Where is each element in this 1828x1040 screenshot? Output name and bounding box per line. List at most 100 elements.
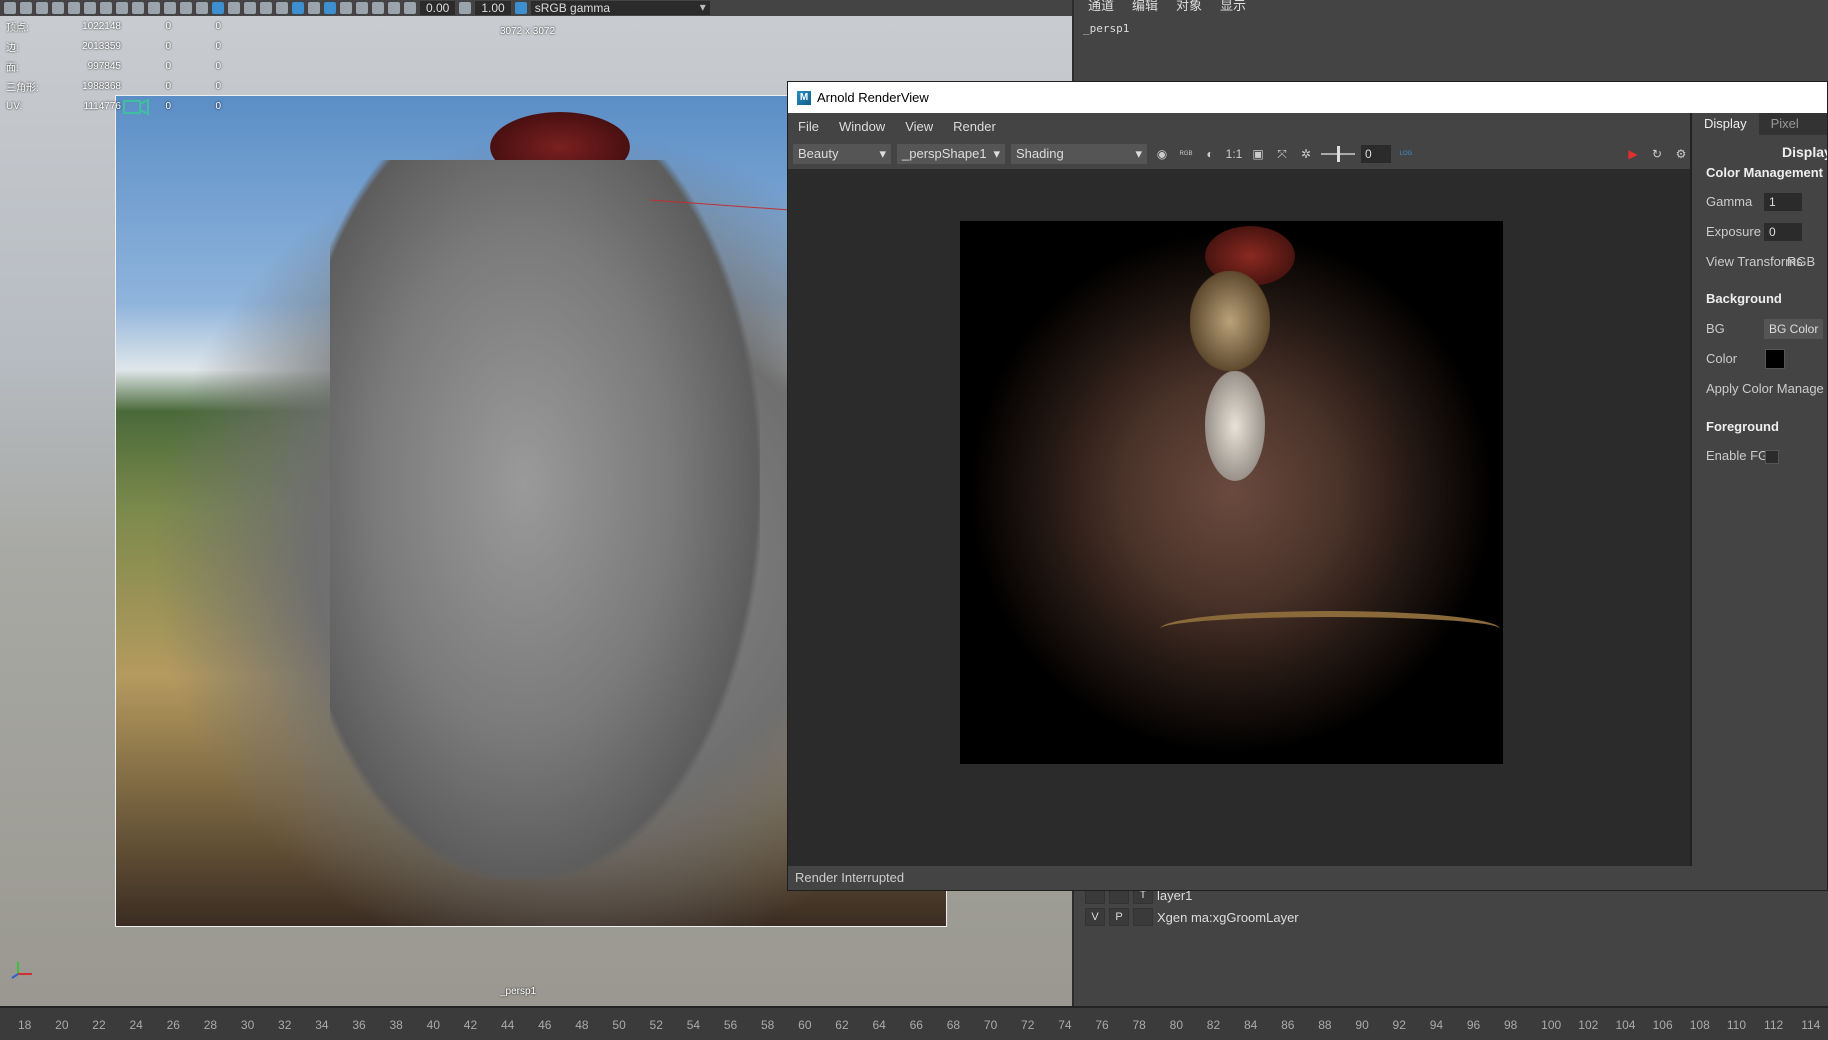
time-tick-label: 70 <box>983 1018 998 1032</box>
bg-select[interactable]: BG Color <box>1764 319 1824 339</box>
enable-fg-label: Enable FG <box>1706 448 1769 463</box>
gamma-field[interactable]: 1.00 <box>475 1 511 15</box>
menu-channels[interactable]: 通道 <box>1088 0 1114 14</box>
film-gate-icon[interactable] <box>116 2 128 14</box>
tab-display[interactable]: Display <box>1692 113 1759 135</box>
smooth-shade-icon[interactable] <box>212 2 224 14</box>
layer-name[interactable]: Xgen ma:xgGroomLayer <box>1157 910 1299 925</box>
time-tick-label: 68 <box>946 1018 961 1032</box>
menu-window[interactable]: Window <box>839 119 885 134</box>
exposure-field[interactable]: 0 <box>1764 223 1802 241</box>
aa-icon[interactable] <box>356 2 368 14</box>
layer-type-toggle[interactable] <box>1133 908 1153 926</box>
hud-value: 0 <box>215 100 221 112</box>
viewport-toolbar: 0.00 1.00 sRGB gamma <box>0 0 1072 16</box>
view-transform-value[interactable]: RGB <box>1787 254 1815 269</box>
camera-select[interactable]: _perspShape1 <box>897 144 1005 164</box>
motion-blur-icon[interactable] <box>388 2 400 14</box>
2d-pan-icon[interactable] <box>68 2 80 14</box>
gamma-icon[interactable] <box>459 2 472 14</box>
wireframe-icon[interactable] <box>196 2 208 14</box>
wireframe-on-shaded-icon[interactable] <box>228 2 240 14</box>
render-play-icon[interactable]: ▶ <box>1624 145 1642 163</box>
lights-icon[interactable] <box>260 2 272 14</box>
exposure-slider[interactable] <box>1321 146 1355 162</box>
time-tick-label: 24 <box>129 1018 143 1032</box>
aov-select[interactable]: Beauty <box>793 144 891 164</box>
shadows-icon[interactable] <box>276 2 288 14</box>
camera-icon[interactable] <box>4 2 16 14</box>
grid-icon[interactable] <box>100 2 112 14</box>
time-tick-label: 44 <box>500 1018 515 1032</box>
ao-icon[interactable] <box>372 2 384 14</box>
frame-all-icon[interactable]: ▣ <box>1249 145 1267 163</box>
time-slider[interactable]: 18 20 22 24 26 28 30 32 34 36 38 40 42 44 46 48 50 52 54 56… <box>0 1006 1828 1040</box>
time-tick-label: 100 <box>1541 1018 1562 1032</box>
image-plane-icon[interactable] <box>52 2 64 14</box>
isolate-select-icon[interactable] <box>292 2 304 14</box>
bookmark-icon[interactable] <box>36 2 48 14</box>
xray-joints-icon[interactable] <box>324 2 336 14</box>
hud-value: 997845 <box>87 60 121 72</box>
status-bar: Render Interrupted <box>788 866 1827 890</box>
alpha-channel-icon[interactable]: ◐ <box>1201 145 1219 163</box>
menu-render[interactable]: Render <box>953 119 996 134</box>
textured-icon[interactable] <box>244 2 256 14</box>
debug-shading-select[interactable]: Shading <box>1011 144 1147 164</box>
section-background[interactable]: Background <box>1706 291 1782 306</box>
time-tick-label: 92 <box>1392 1018 1406 1032</box>
refresh-icon[interactable]: ↻ <box>1648 145 1666 163</box>
ratio-button[interactable]: 1:1 <box>1225 145 1243 163</box>
hud-row: UV: 1114776 0 0 <box>6 96 221 116</box>
menu-object[interactable]: 对象 <box>1176 0 1202 14</box>
section-foreground[interactable]: Foreground <box>1706 419 1779 434</box>
layer-visibility-toggle[interactable]: V <box>1085 908 1105 926</box>
xray-components-icon[interactable] <box>340 2 352 14</box>
panel-title: Display <box>1782 144 1827 160</box>
field-chart-icon[interactable] <box>164 2 176 14</box>
xray-icon[interactable] <box>308 2 320 14</box>
gamma-field[interactable]: 1 <box>1764 193 1802 211</box>
apply-color-management[interactable]: Apply Color Manage <box>1706 381 1824 396</box>
time-tick-label: 42 <box>463 1018 478 1032</box>
exposure-icon[interactable] <box>404 2 416 14</box>
menu-view[interactable]: View <box>905 119 933 134</box>
menu-show[interactable]: 显示 <box>1220 0 1246 14</box>
grease-pencil-icon[interactable] <box>84 2 96 14</box>
window-titlebar[interactable]: M Arnold RenderView <box>788 82 1827 113</box>
maya-logo-icon: M <box>797 90 811 105</box>
hud-row: 边: 2013359 0 0 <box>6 36 221 56</box>
exposure-field[interactable]: 0 <box>1361 145 1391 163</box>
menu-file[interactable]: File <box>798 119 819 134</box>
section-color-management[interactable]: Color Management <box>1706 165 1823 180</box>
color-management-icon[interactable] <box>514 2 527 14</box>
log-icon[interactable]: LOG <box>1397 145 1415 163</box>
menu-edit[interactable]: 编辑 <box>1132 0 1158 14</box>
exposure-icon[interactable]: ✲ <box>1297 145 1315 163</box>
camera-attr-icon[interactable] <box>20 2 32 14</box>
time-tick-label: 38 <box>389 1018 403 1032</box>
time-tick-label: 30 <box>240 1018 255 1032</box>
rgb-channel-icon[interactable]: RGB <box>1177 145 1195 163</box>
color-space-select[interactable]: sRGB gamma <box>530 0 710 15</box>
bg-color-swatch[interactable] <box>1765 349 1785 369</box>
hud-value: 0 <box>215 80 221 92</box>
time-tick-label: 88 <box>1318 1018 1332 1032</box>
settings-gear-icon[interactable]: ⚙ <box>1672 145 1690 163</box>
resolution-gate-icon[interactable] <box>132 2 144 14</box>
crop-region-icon[interactable]: ⤧ <box>1273 145 1291 163</box>
channel-toggle-icon[interactable]: ◉ <box>1153 145 1171 163</box>
time-tick-label: 66 <box>909 1018 923 1032</box>
gate-mask-icon[interactable] <box>148 2 160 14</box>
time-tick-label: 72 <box>1021 1018 1035 1032</box>
safe-action-icon[interactable] <box>180 2 192 14</box>
tab-pixel[interactable]: Pixel <box>1759 113 1811 135</box>
exposure-label: Exposure <box>1706 224 1761 239</box>
arnold-renderview-window: M Arnold RenderView File Window View Ren… <box>787 81 1828 891</box>
time-tick-label: 80 <box>1169 1018 1183 1032</box>
layer-playback-toggle[interactable]: P <box>1109 908 1129 926</box>
enable-fg-checkbox[interactable] <box>1765 450 1779 464</box>
render-canvas[interactable] <box>788 169 1690 866</box>
exposure-field[interactable]: 0.00 <box>420 1 456 15</box>
layer-row[interactable]: V P Xgen ma:xgGroomLayer <box>1085 906 1828 928</box>
